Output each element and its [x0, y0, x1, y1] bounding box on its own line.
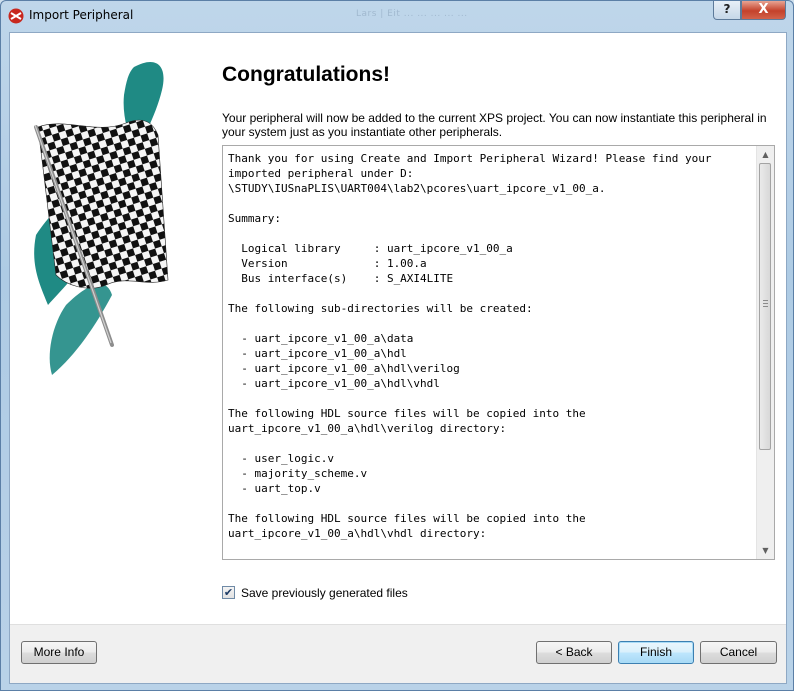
scroll-down-arrow-icon[interactable]: ▼	[757, 542, 774, 559]
scroll-up-arrow-icon[interactable]: ▲	[757, 146, 774, 163]
checkered-flag-image	[34, 61, 169, 375]
summary-textbox[interactable]: Thank you for using Create and Import Pe…	[222, 145, 775, 560]
close-button[interactable]: X	[741, 1, 786, 20]
cancel-button[interactable]: Cancel	[700, 641, 777, 664]
scroll-thumb[interactable]	[759, 163, 771, 450]
help-button[interactable]: ?	[713, 1, 741, 20]
save-generated-label: Save previously generated files	[241, 586, 408, 600]
dialog-client-area: Congratulations! Your peripheral will no…	[9, 32, 787, 684]
background-window-title: Lars | Eit ... ... ... ... ...	[356, 9, 468, 19]
title-bar[interactable]: Import Peripheral Lars | Eit ... ... ...…	[1, 1, 794, 32]
page-heading: Congratulations!	[222, 63, 390, 86]
button-bar: More Info < Back Finish Cancel	[10, 624, 786, 683]
finish-button[interactable]: Finish	[618, 641, 694, 664]
dialog-window: Import Peripheral Lars | Eit ... ... ...…	[0, 0, 794, 691]
more-info-button[interactable]: More Info	[21, 641, 97, 664]
intro-text: Your peripheral will now be added to the…	[222, 111, 767, 139]
grip-icon	[763, 300, 768, 309]
summary-text: Thank you for using Create and Import Pe…	[228, 152, 712, 540]
flag-cloth	[37, 119, 169, 289]
teal-swoosh-lower	[49, 284, 112, 375]
vertical-scrollbar[interactable]: ▲ ▼	[756, 146, 774, 559]
back-button[interactable]: < Back	[536, 641, 612, 664]
xilinx-app-icon	[8, 8, 24, 24]
window-title: Import Peripheral	[29, 8, 134, 22]
save-generated-checkbox[interactable]: ✔	[222, 586, 235, 599]
